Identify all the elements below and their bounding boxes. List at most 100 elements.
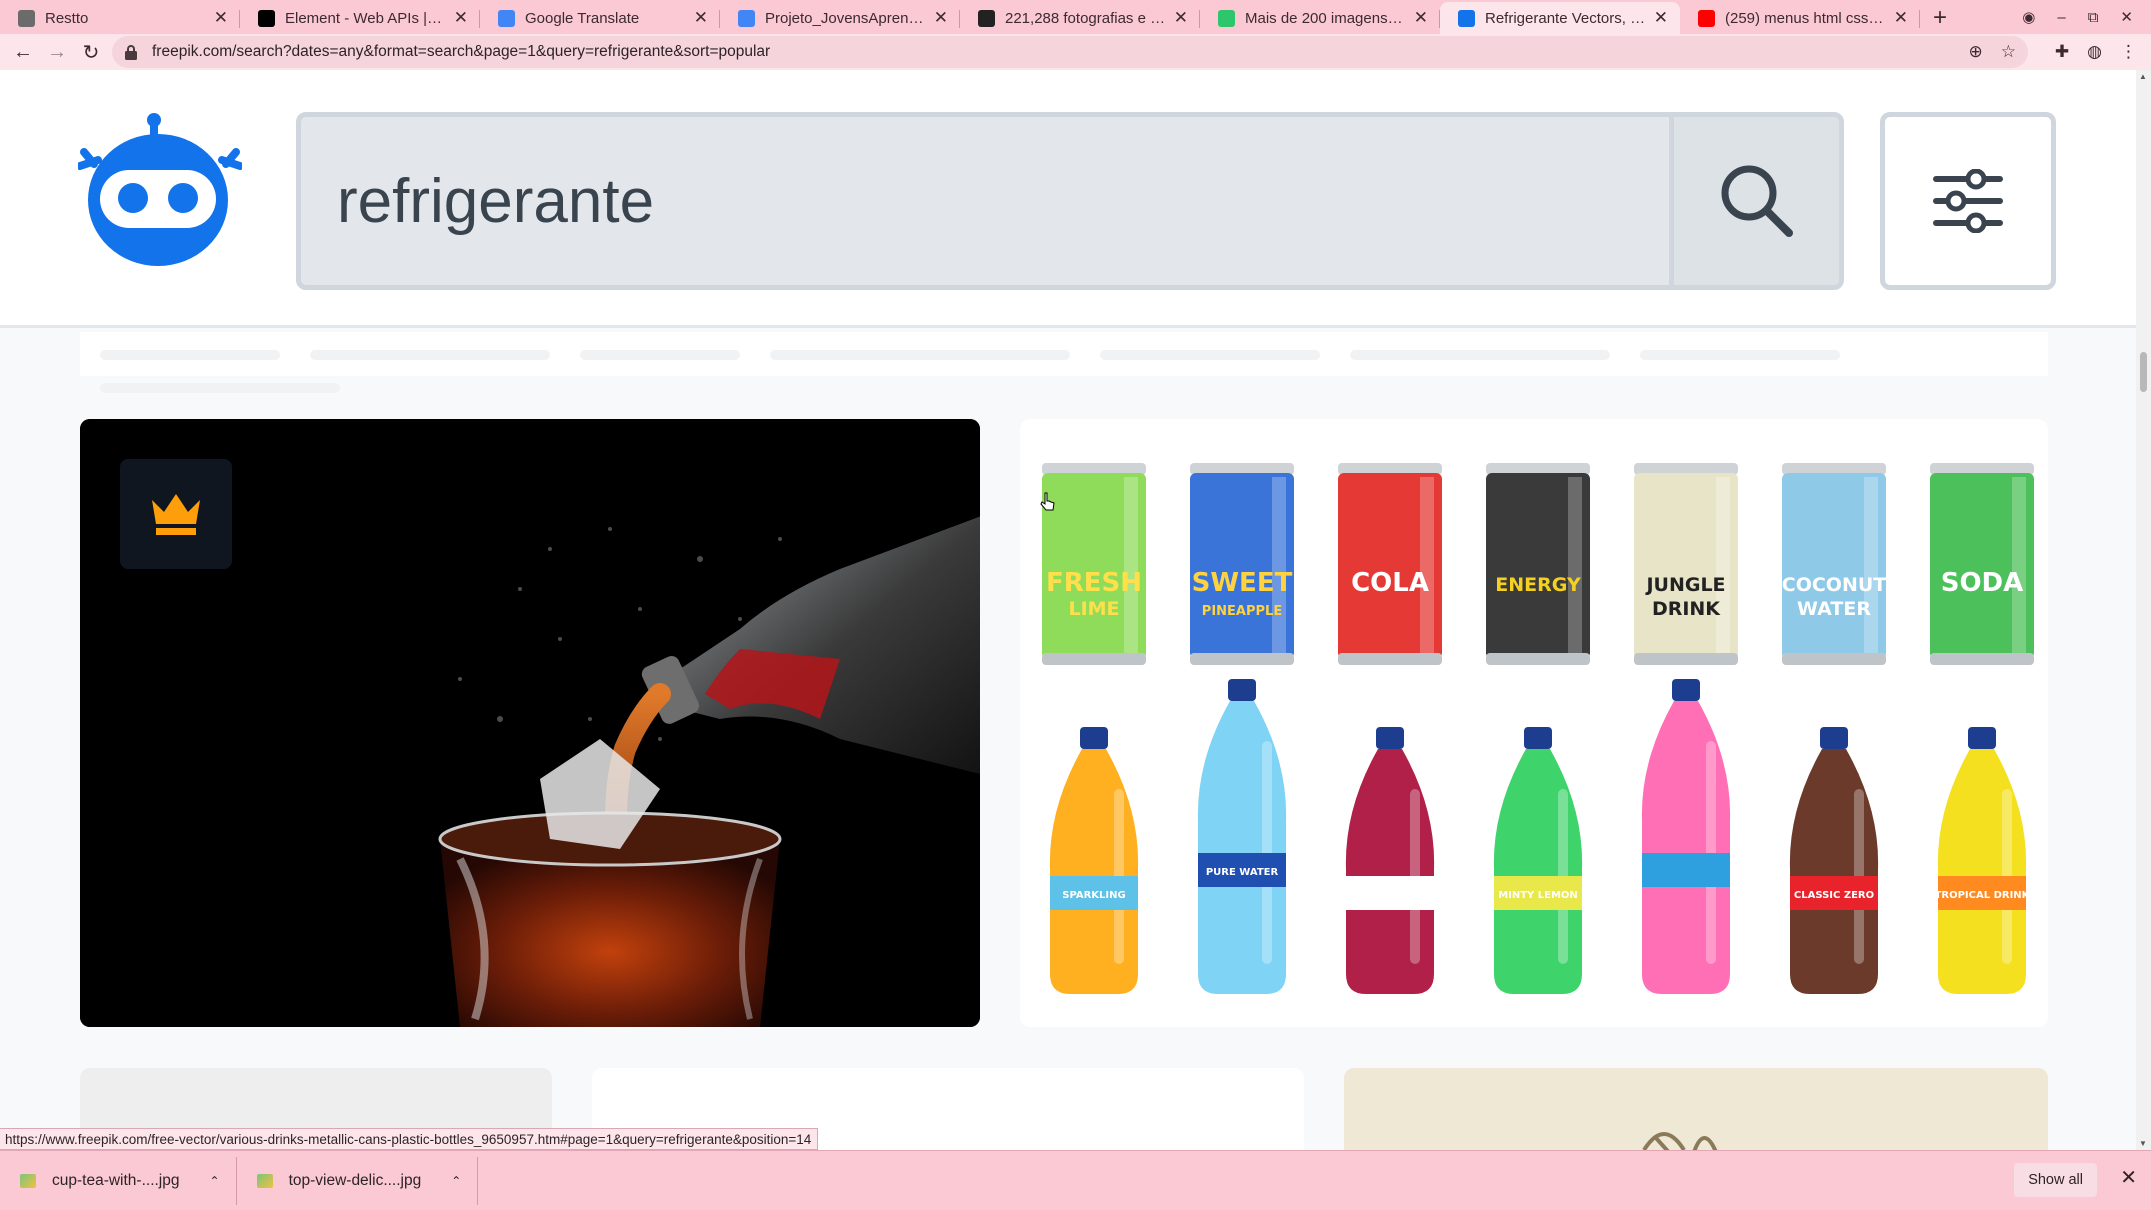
can-label: ENERGY [1495, 574, 1581, 596]
can-label: JUNGLE [1644, 574, 1725, 596]
mouse-cursor [1040, 492, 1056, 517]
back-icon[interactable]: ← [6, 35, 40, 69]
lock-icon [125, 45, 137, 60]
url-text: freepik.com/search?dates=any&format=sear… [152, 43, 771, 60]
drink-bottle: MINTY LEMON [1493, 727, 1583, 994]
chevron-up-icon[interactable]: ⌃ [451, 1174, 461, 1188]
result-card-cola-pour-photo[interactable] [80, 419, 980, 1027]
bottle-label: TROPICAL DRINK [1935, 890, 2031, 901]
filters-button[interactable] [1880, 112, 2056, 290]
drink-bottle: PURE WATER [1197, 679, 1287, 994]
can-sublabel: PINEAPPLE [1202, 604, 1282, 619]
vertical-scrollbar[interactable]: ▲ ▼ [2136, 70, 2151, 1150]
bottle-label: MINTY LEMON [1498, 890, 1578, 901]
result-card-drinks-vector[interactable]: FRESH LIME SWEET PINEAPPLE COLA ENERGY JUNGLE D… [1020, 419, 2048, 1027]
browser-tab[interactable]: Refrigerante Vectors, Photo ✕ [1440, 2, 1680, 34]
can-label: SWEET [1192, 568, 1293, 598]
faded-related-tags-row [80, 332, 2048, 393]
result-card-partial-3[interactable] [1344, 1068, 2048, 1150]
tab-title: Google Translate [525, 9, 640, 27]
image-file-icon [256, 1173, 273, 1188]
scrollbar-thumb[interactable] [2140, 352, 2147, 392]
show-all-downloads-button[interactable]: Show all [2014, 1163, 2097, 1197]
can-label: COCONUT [1782, 574, 1887, 596]
browser-tab[interactable]: Element - Web APIs | MDN ✕ [240, 2, 480, 34]
docs-icon [738, 9, 755, 27]
browser-toolbar: ← → ↻ freepik.com/search?dates=any&forma… [0, 34, 2151, 70]
freepik-robot-logo[interactable] [78, 112, 242, 268]
youtube-icon [1698, 9, 1715, 27]
forward-icon[interactable]: → [40, 35, 74, 69]
search-button[interactable] [1669, 117, 1839, 285]
close-tab-icon[interactable]: ✕ [214, 8, 228, 28]
sliders-icon [1933, 169, 2003, 233]
profile-avatar-icon[interactable]: ◍ [2087, 42, 2102, 62]
download-filename: top-view-delic....jpg [288, 1171, 422, 1189]
search-icon [1721, 165, 1793, 237]
reload-icon[interactable]: ↻ [74, 35, 108, 69]
bottle-label: PURE WATER [1206, 867, 1279, 878]
tab-title: Mais de 200 imagens grátis [1245, 9, 1406, 27]
window-controls: ◉ – ⧉ ✕ [2022, 0, 2151, 34]
drink-bottle [1641, 679, 1731, 994]
site-header: refrigerante [0, 70, 2136, 328]
zoom-icon[interactable]: ⊕ [1969, 42, 1983, 62]
can-label: COLA [1351, 568, 1429, 598]
close-tab-icon[interactable]: ✕ [1174, 8, 1188, 28]
tab-title: (259) menus html css - You [1725, 9, 1886, 27]
drink-can: COCONUTWATER [1782, 463, 1887, 665]
drink-bottle: TROPICAL DRINK [1935, 727, 2031, 994]
scroll-up-arrow-icon[interactable]: ▲ [2139, 72, 2147, 81]
close-tab-icon[interactable]: ✕ [694, 8, 708, 28]
can-sublabel: LIME [1068, 598, 1119, 620]
drink-can: SODA [1930, 463, 2034, 665]
drink-can: COLA [1338, 463, 1442, 665]
search-box[interactable]: refrigerante [296, 112, 1844, 290]
tab-search-icon[interactable]: ◉ [2022, 8, 2035, 26]
scroll-down-arrow-icon[interactable]: ▼ [2139, 1139, 2147, 1148]
tab-title: 221,288 fotografias e imag [1005, 9, 1166, 27]
extensions-puzzle-icon[interactable]: ✚ [2055, 42, 2069, 62]
download-item[interactable]: top-view-delic....jpg ⌃ [237, 1156, 479, 1205]
page-viewport: refrigerante FRESH LIME SWEET PINEAPPLE … [0, 70, 2136, 1150]
drink-can: JUNGLEDRINK [1634, 463, 1738, 665]
close-window-icon[interactable]: ✕ [2120, 8, 2133, 26]
browser-tab[interactable]: Google Translate ✕ [480, 2, 720, 34]
browser-tab[interactable]: Mais de 200 imagens grátis ✕ [1200, 2, 1440, 34]
browser-tab[interactable]: Projeto_JovensAprendizes_ ✕ [720, 2, 960, 34]
restore-icon[interactable]: ⧉ [2088, 9, 2099, 26]
drink-bottle: CLASSIC ZERO [1789, 727, 1879, 994]
close-tab-icon[interactable]: ✕ [1894, 8, 1908, 28]
browser-tab[interactable]: 221,288 fotografias e imag ✕ [960, 2, 1200, 34]
globe-icon [18, 9, 35, 27]
minimize-icon[interactable]: – [2057, 9, 2065, 26]
close-tab-icon[interactable]: ✕ [934, 8, 948, 28]
chevron-up-icon[interactable]: ⌃ [210, 1174, 220, 1188]
extensions-area: ✚ ◍ ⋮ [2055, 34, 2151, 70]
close-tab-icon[interactable]: ✕ [454, 8, 468, 28]
premium-crown-icon [152, 494, 200, 535]
bottle-label: CLASSIC ZERO [1794, 890, 1874, 901]
search-input[interactable]: refrigerante [301, 166, 1839, 237]
new-tab-button[interactable]: + [1920, 2, 1960, 34]
download-item[interactable]: cup-tea-with-....jpg ⌃ [0, 1156, 237, 1205]
partial-illustration [1642, 1132, 1718, 1150]
tab-title: Refrigerante Vectors, Photo [1485, 9, 1646, 27]
tab-strip: Restto✕Element - Web APIs | MDN✕Google T… [0, 0, 2151, 34]
bookmark-star-icon[interactable]: ☆ [2001, 42, 2016, 62]
browser-tab[interactable]: (259) menus html css - You ✕ [1680, 2, 1920, 34]
drink-can: SWEET PINEAPPLE [1190, 463, 1294, 665]
can-sublabel: WATER [1797, 598, 1871, 620]
mdn-icon [258, 9, 275, 27]
pixabay-icon [1218, 9, 1235, 27]
browser-menu-icon[interactable]: ⋮ [2120, 42, 2137, 62]
download-shelf: cup-tea-with-....jpg ⌃ top-view-delic....j… [0, 1150, 2151, 1210]
download-list: cup-tea-with-....jpg ⌃ top-view-delic....j… [0, 1156, 479, 1205]
close-tab-icon[interactable]: ✕ [1414, 8, 1428, 28]
close-shelf-icon[interactable]: ✕ [2120, 1165, 2137, 1190]
can-label: SODA [1941, 568, 2024, 598]
address-bar[interactable]: freepik.com/search?dates=any&format=sear… [112, 36, 2028, 68]
close-tab-icon[interactable]: ✕ [1654, 8, 1668, 28]
browser-tab[interactable]: Restto ✕ [0, 2, 240, 34]
premium-badge [120, 459, 232, 569]
